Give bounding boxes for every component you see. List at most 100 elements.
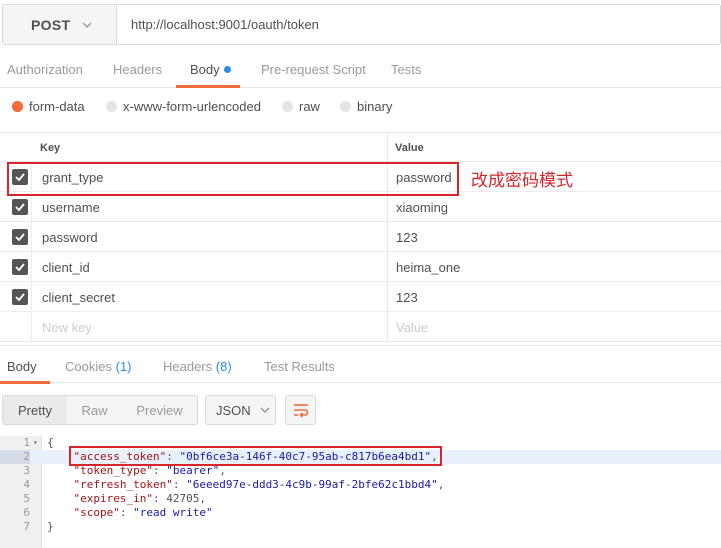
- wrap-lines-button[interactable]: [285, 395, 316, 425]
- row-checkbox[interactable]: [12, 199, 28, 215]
- code-line: 4 "refresh_token": "6eeed97e-ddd3-4c9b-9…: [0, 478, 721, 492]
- tab-response-headers[interactable]: Headers (8): [163, 359, 232, 374]
- code-line: 6 "scope": "read write": [0, 506, 721, 520]
- checkmark-icon: [15, 233, 25, 242]
- active-tab-indicator: [0, 381, 50, 384]
- response-tabs: Body Cookies (1) Headers (8) Test Result…: [0, 345, 721, 384]
- annotation-text: 改成密码模式: [471, 171, 573, 191]
- chevron-down-icon: [82, 22, 92, 28]
- tab-cookies[interactable]: Cookies (1): [65, 359, 131, 374]
- json-punct: ,: [437, 478, 445, 491]
- code-text: "refresh_token": "6eeed97e-ddd3-4c9b-99a…: [73, 478, 445, 491]
- row-value[interactable]: 123: [396, 230, 418, 245]
- row-value[interactable]: heima_one: [396, 260, 460, 275]
- code-line: 3 "token_type": "bearer",: [0, 464, 721, 478]
- json-key: "scope": [73, 506, 120, 519]
- row-checkbox[interactable]: [12, 289, 28, 305]
- table-row: client_secret 123: [0, 282, 721, 312]
- line-number: 2: [0, 450, 30, 464]
- table-row: client_id heima_one: [0, 252, 721, 282]
- view-raw-button[interactable]: Raw: [67, 396, 122, 424]
- column-divider: [31, 282, 32, 311]
- tab-label: Headers: [163, 359, 213, 374]
- json-key: "refresh_token": [73, 478, 173, 491]
- row-value[interactable]: 123: [396, 290, 418, 305]
- tab-authorization[interactable]: Authorization: [7, 62, 83, 77]
- tab-label: Test Results: [264, 359, 335, 374]
- table-row: password 123: [0, 222, 721, 252]
- row-checkbox[interactable]: [12, 229, 28, 245]
- response-toolbar: Pretty Raw Preview JSON: [0, 395, 721, 427]
- row-checkbox[interactable]: [12, 259, 28, 275]
- method-label: POST: [31, 16, 71, 33]
- radio-label: raw: [299, 99, 320, 114]
- request-tabs: Authorization Headers Body Pre-request S…: [0, 52, 721, 88]
- view-preview-button[interactable]: Preview: [122, 396, 197, 424]
- code-text: "scope": "read write": [73, 506, 213, 519]
- new-value-input[interactable]: Value: [396, 320, 428, 335]
- new-key-input[interactable]: New key: [42, 320, 92, 335]
- column-divider: [387, 133, 388, 161]
- row-key[interactable]: password: [42, 230, 98, 245]
- column-divider: [387, 312, 388, 341]
- column-divider: [31, 222, 32, 251]
- column-divider: [387, 192, 388, 221]
- radio-icon: [282, 101, 293, 112]
- tab-label: Body: [7, 359, 37, 374]
- row-key[interactable]: username: [42, 200, 100, 215]
- code-text: "expires_in": 42705,: [73, 492, 206, 505]
- new-row: New key Value: [0, 312, 721, 342]
- table-header: Key Value: [0, 132, 721, 162]
- fold-toggle-icon[interactable]: ▾: [33, 436, 38, 450]
- code-line: 5 "expires_in": 42705,: [0, 492, 721, 506]
- tab-count: (8): [215, 359, 232, 374]
- tab-count: (1): [115, 359, 132, 374]
- view-mode-group: Pretty Raw Preview: [2, 395, 198, 425]
- radio-label: x-www-form-urlencoded: [123, 99, 261, 114]
- method-select[interactable]: POST: [3, 5, 117, 44]
- json-value: "read write": [133, 506, 213, 519]
- column-divider: [31, 312, 32, 341]
- table-row: username xiaoming: [0, 192, 721, 222]
- code-text: }: [47, 520, 54, 533]
- line-number: 6: [23, 506, 30, 519]
- row-key[interactable]: client_secret: [42, 290, 115, 305]
- line-number: 7: [23, 520, 30, 533]
- radio-selected-icon: [12, 101, 23, 112]
- tab-tests[interactable]: Tests: [391, 62, 421, 77]
- url-input[interactable]: http://localhost:9001/oauth/token: [117, 5, 720, 44]
- column-divider: [387, 222, 388, 251]
- radio-x-www-form-urlencoded[interactable]: x-www-form-urlencoded: [106, 99, 261, 114]
- tab-label: Cookies: [65, 359, 112, 374]
- column-divider: [31, 252, 32, 281]
- checkmark-icon: [15, 293, 25, 302]
- format-select[interactable]: JSON: [205, 395, 276, 425]
- code-line: 7 }: [0, 520, 721, 534]
- tab-headers[interactable]: Headers: [113, 62, 162, 77]
- json-key: "expires_in": [73, 492, 153, 505]
- request-bar: POST http://localhost:9001/oauth/token: [2, 4, 721, 45]
- radio-binary[interactable]: binary: [340, 99, 392, 114]
- tab-body[interactable]: Body: [190, 62, 231, 77]
- highlight-box: [69, 446, 442, 466]
- row-key[interactable]: client_id: [42, 260, 90, 275]
- view-pretty-button[interactable]: Pretty: [3, 396, 67, 424]
- radio-raw[interactable]: raw: [282, 99, 320, 114]
- radio-form-data[interactable]: form-data: [12, 99, 85, 114]
- tab-response-body[interactable]: Body: [7, 359, 37, 374]
- radio-label: form-data: [29, 99, 85, 114]
- format-label: JSON: [216, 402, 251, 418]
- tab-test-results[interactable]: Test Results: [264, 359, 335, 374]
- tab-pre-request-script[interactable]: Pre-request Script: [261, 62, 366, 77]
- line-number: 5: [23, 492, 30, 505]
- code-text: "token_type": "bearer",: [73, 464, 226, 477]
- line-number: 1: [23, 436, 30, 449]
- json-punct: ,: [199, 492, 206, 505]
- highlight-box: [7, 162, 459, 196]
- code-text: {: [47, 436, 54, 449]
- value-header: Value: [395, 142, 424, 154]
- key-header: Key: [40, 142, 61, 154]
- row-value[interactable]: xiaoming: [396, 200, 448, 215]
- active-tab-indicator: [176, 85, 240, 88]
- radio-label: binary: [357, 99, 393, 114]
